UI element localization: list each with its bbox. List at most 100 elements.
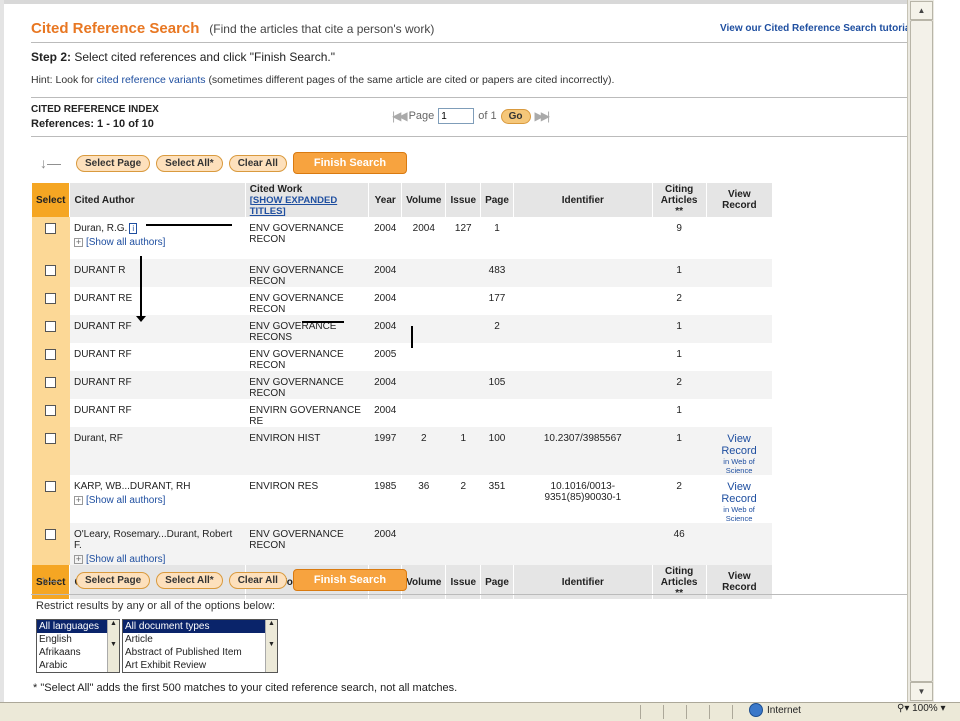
finish-search-button[interactable]: Finish Search <box>292 152 408 174</box>
show-all-authors-link[interactable]: + [Show all authors] <box>73 495 241 506</box>
page-subtitle: (Find the articles that cite a person's … <box>209 22 435 36</box>
col-issue: Issue <box>445 183 481 217</box>
select-cell <box>31 475 70 523</box>
annotation-double-arrow <box>411 326 413 348</box>
issue-cell: 1 <box>445 427 481 475</box>
volume-cell <box>402 343 446 371</box>
view-record-link[interactable]: View Record <box>710 481 768 505</box>
reference-index-title: CITED REFERENCE INDEX <box>31 104 159 115</box>
view-record-sub: in Web of Science <box>723 457 755 475</box>
view-record-cell <box>706 399 772 427</box>
vertical-scrollbar[interactable]: ▲ ▼ <box>907 0 934 702</box>
cited-author: DURANT RF <box>73 349 132 360</box>
list-option[interactable]: Article <box>123 633 277 646</box>
first-page-icon[interactable]: |◀◀ <box>392 109 407 123</box>
citing-cell: 1 <box>676 349 682 360</box>
document-type-scrollbar[interactable]: ▲ ▼ <box>265 620 277 672</box>
volume-cell <box>401 315 446 343</box>
row-checkbox[interactable] <box>45 265 57 276</box>
expand-plus-icon: + <box>73 554 83 564</box>
volume-cell <box>401 259 446 287</box>
cited-author: O'Leary, Rosemary...Durant, Robert F. <box>73 529 233 551</box>
go-button[interactable]: Go <box>500 108 531 124</box>
select-all-button-bottom[interactable]: Select All* <box>156 571 223 589</box>
row-checkbox[interactable] <box>45 529 57 540</box>
show-expanded-titles-link[interactable]: [SHOW EXPANDED TITLES] <box>250 195 337 217</box>
show-all-authors-label: [Show all authors] <box>85 237 166 248</box>
document-type-listbox[interactable]: All document types Article Abstract of Pub… <box>122 619 278 673</box>
select-cell <box>31 371 70 399</box>
last-page-icon[interactable]: ▶▶| <box>535 109 550 123</box>
col-citing-articles: Citing Articles ** <box>651 183 707 217</box>
select-cell <box>31 287 70 315</box>
issue-cell <box>446 287 481 315</box>
restrict-label: Restrict results by any or all of the op… <box>36 600 276 612</box>
work-cell: ENV GOVERNANCE RECON <box>245 259 369 287</box>
row-checkbox[interactable] <box>45 433 57 444</box>
scroll-thumb[interactable] <box>910 20 933 682</box>
scroll-down-icon[interactable]: ▼ <box>910 682 933 701</box>
table-row: KARP, WB...DURANT, RH + [Show all authors]… <box>31 475 773 523</box>
row-checkbox[interactable] <box>45 377 57 388</box>
year-cell: 2004 <box>374 223 397 234</box>
year-cell: 1997 <box>368 427 402 475</box>
year-cell: 2004 <box>374 405 397 416</box>
zone-label: Internet <box>767 704 801 716</box>
identifier-cell <box>513 287 652 315</box>
volume-cell: 36 <box>418 481 430 492</box>
cited-variants-link[interactable]: cited reference variants <box>96 74 205 86</box>
view-record-cell <box>706 259 772 287</box>
issue-cell: 127 <box>454 223 472 234</box>
show-all-authors-label: [Show all authors] <box>85 495 166 506</box>
reference-count: References: 1 - 10 of 10 <box>31 118 154 130</box>
author-info-icon[interactable]: i <box>129 223 138 234</box>
row-checkbox[interactable] <box>45 349 57 360</box>
top-strip <box>0 0 934 4</box>
row-checkbox[interactable] <box>45 481 57 492</box>
view-record-link[interactable]: View Record <box>710 433 768 457</box>
show-all-authors-link[interactable]: + [Show all authors] <box>73 554 241 565</box>
row-checkbox[interactable] <box>45 405 57 416</box>
work-cell: ENV GOVERNANCE RECON <box>249 293 344 315</box>
row-checkbox[interactable] <box>45 321 57 332</box>
select-cell <box>31 259 70 287</box>
view-record-cell <box>706 217 772 259</box>
finish-search-button-bottom[interactable]: Finish Search <box>292 569 408 591</box>
show-all-authors-label: [Show all authors] <box>85 554 166 565</box>
show-all-authors-link[interactable]: + [Show all authors] <box>73 237 241 248</box>
language-scrollbar[interactable]: ▲ ▼ <box>107 620 119 672</box>
cited-author: KARP, WB...DURANT, RH <box>73 481 191 492</box>
row-checkbox[interactable] <box>45 293 57 304</box>
tutorial-link[interactable]: View our Cited Reference Search tutorial… <box>720 23 916 34</box>
view-record-cell: View Record in Web of Science <box>706 427 772 475</box>
select-page-button[interactable]: Select Page <box>76 154 151 172</box>
select-cell <box>31 523 70 565</box>
identifier-cell <box>513 315 653 343</box>
language-listbox[interactable]: All languages English Afrikaans Arabic ▲ ▼ <box>36 619 120 673</box>
identifier-cell <box>513 343 652 371</box>
list-option[interactable]: All document types <box>123 620 277 633</box>
row-checkbox[interactable] <box>45 223 57 234</box>
down-arrow-icon: ↓— <box>40 155 61 171</box>
select-page-button-bottom[interactable]: Select Page <box>76 571 151 589</box>
scroll-up-icon[interactable]: ▲ <box>910 1 933 20</box>
clear-all-button[interactable]: Clear All <box>228 154 287 172</box>
hint-prefix: Hint: Look for <box>31 74 94 86</box>
select-cell <box>31 399 70 427</box>
list-option[interactable]: Art Exhibit Review <box>123 659 277 672</box>
restrict-lists: All languages English Afrikaans Arabic ▲ ▼ Al… <box>36 619 278 673</box>
issue-cell <box>446 399 481 427</box>
list-option[interactable]: Abstract of Published Item <box>123 646 277 659</box>
select-all-button[interactable]: Select All* <box>156 154 223 172</box>
citing-cell: 1 <box>652 315 707 343</box>
zoom-control[interactable]: ⚲▾ 100% ▾ <box>897 703 946 714</box>
page-number-input[interactable] <box>438 108 475 124</box>
up-arrow-icon: ↑— <box>40 572 61 588</box>
work-cell: ENV GOVERANCE RECONS <box>245 315 369 343</box>
step-label: Step 2: <box>31 50 72 64</box>
year-cell: 2004 <box>368 259 402 287</box>
reference-index: CITED REFERENCE INDEX References: 1 - 10… <box>31 104 159 130</box>
page-title-row: Cited Reference Search (Find the article… <box>31 20 434 37</box>
clear-all-button-bottom[interactable]: Clear All <box>228 571 287 589</box>
step-text: Select cited references and click "Finis… <box>74 50 335 64</box>
